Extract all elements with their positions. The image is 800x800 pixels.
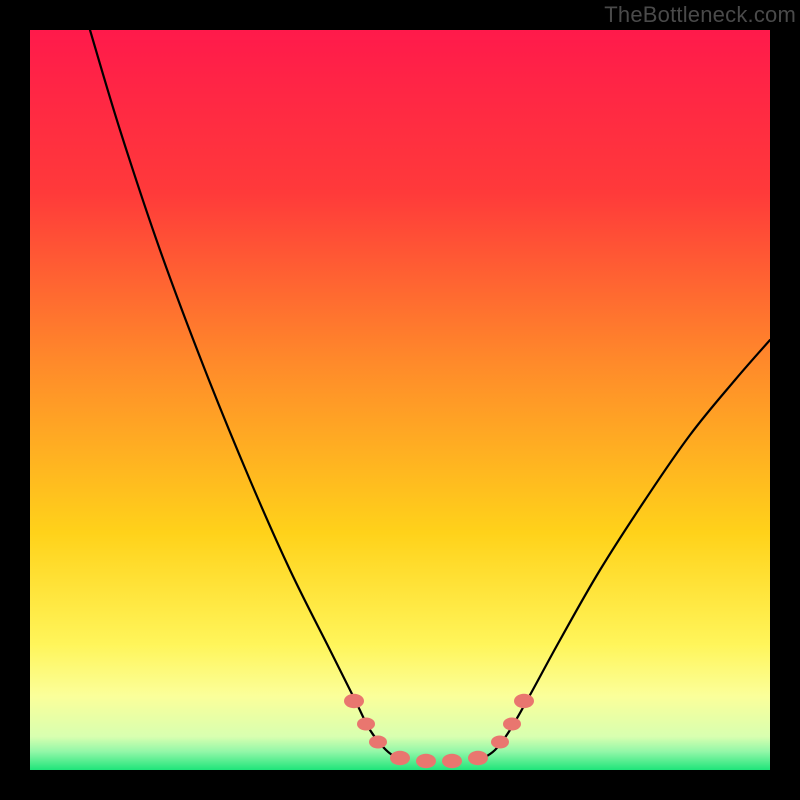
background-gradient	[30, 30, 770, 770]
plot-area	[30, 30, 770, 770]
watermark-text: TheBottleneck.com	[604, 2, 796, 28]
